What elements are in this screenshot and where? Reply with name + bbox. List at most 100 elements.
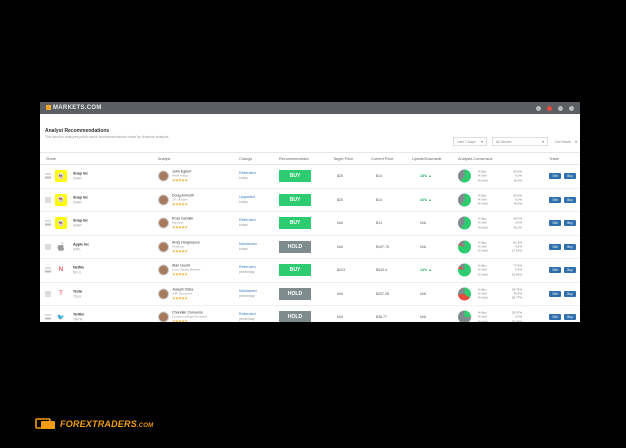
stock-cell[interactable]: Netflix NFLX — [73, 266, 84, 275]
stock-name: Snap Inc — [73, 171, 88, 176]
period-select[interactable]: Last 7 Days ▾ — [453, 137, 487, 146]
col-change[interactable]: Change — [239, 157, 252, 161]
pct-hold: 40.0% — [513, 201, 522, 206]
current-price: $14 — [376, 221, 382, 226]
col-consensus[interactable]: Analysts Consensus — [458, 157, 492, 161]
company-logo-icon: 👻 — [55, 217, 67, 230]
drag-handle-icon[interactable] — [45, 267, 51, 273]
sell-button[interactable]: Sell — [549, 267, 561, 274]
target-price: $20 — [337, 197, 343, 202]
pct-hold: 40.0% — [513, 178, 522, 183]
col-current-price[interactable]: Current Price — [371, 157, 393, 161]
drag-handle-icon[interactable] — [45, 197, 51, 203]
avatar — [158, 288, 169, 300]
chevron-down-icon: ▾ — [541, 139, 544, 144]
upside-value: 18% ▲ — [420, 174, 432, 179]
page-subtitle: This service analyzes public stock recom… — [45, 135, 169, 139]
top-navbar: MARKETS.COM — [40, 102, 580, 114]
consensus-pie-icon — [458, 169, 471, 183]
menu-icon[interactable] — [569, 105, 574, 111]
table-row[interactable]: Apple Inc AAPL Andy Hargreaves KeyBanc ★… — [40, 236, 580, 259]
drag-handle-icon[interactable] — [45, 291, 51, 297]
stock-filter-select[interactable]: All Stocks ▾ — [492, 137, 548, 146]
current-price: $14 — [376, 197, 382, 202]
analyst-cell[interactable]: Alan Gould Loop Capital Markets ★★★★★ — [172, 264, 200, 277]
current-price: $257.28 — [376, 291, 389, 296]
legend-hold: % Hold — [478, 272, 488, 277]
analyst-cell[interactable]: Andy Hargreaves KeyBanc ★★★★★ — [172, 240, 200, 253]
analyst-cell[interactable]: Doug Anmuth J.P. Morgan ★★★★★ — [172, 193, 194, 206]
upside-value: N/A — [420, 291, 426, 296]
sell-button[interactable]: Sell — [549, 173, 561, 180]
drag-handle-icon[interactable] — [45, 220, 51, 226]
consensus-legend: % Buy % Sell % Hold — [478, 193, 488, 206]
buy-button[interactable]: Buy — [564, 243, 576, 250]
table-row[interactable]: 👻 Snap Inc SNAP Ross Sandler Barclays ★★… — [40, 212, 580, 236]
stock-cell[interactable]: Snap Inc SNAP — [73, 172, 88, 181]
company-logo-icon: 🐦 — [55, 311, 67, 322]
sell-button[interactable]: Sell — [549, 196, 561, 203]
target-price: N/A — [337, 244, 343, 249]
sell-button[interactable]: Sell — [549, 220, 561, 227]
buy-button[interactable]: Buy — [564, 220, 576, 227]
drag-handle-icon[interactable] — [45, 173, 51, 179]
table-row[interactable]: T Tesla TSLA Joseph Osha JMP Securities … — [40, 283, 580, 306]
analyst-cell[interactable]: Ross Sandler Barclays ★★★★★ — [172, 217, 194, 230]
stock-cell[interactable]: Snap Inc SNAP — [73, 219, 88, 228]
current-price: $38.77 — [376, 315, 387, 320]
buy-button[interactable]: Buy — [564, 196, 576, 203]
buy-button[interactable]: Buy — [564, 314, 576, 321]
table-row[interactable]: 🐦 Twitter TWTR Chandler Converse Consume… — [40, 306, 580, 322]
stock-name: Snap Inc — [73, 218, 88, 223]
sell-button[interactable]: Sell — [549, 243, 561, 250]
language-icon[interactable] — [558, 105, 563, 111]
recommendation-badge: BUY — [279, 170, 311, 183]
col-upside[interactable]: Upside/Downside — [412, 157, 442, 161]
table-body: 👻 Snap Inc SNAP John Egbert Wells Fargo … — [40, 165, 580, 322]
analyst-cell[interactable]: John Egbert Wells Fargo ★★★★★ — [172, 170, 191, 183]
sell-button[interactable]: Sell — [549, 314, 561, 321]
stock-cell[interactable]: Snap Inc SNAP — [73, 195, 88, 204]
brand-logo[interactable]: MARKETS.COM — [46, 105, 102, 111]
drag-handle-icon[interactable] — [45, 314, 51, 320]
legend-hold: % Hold — [478, 178, 488, 183]
change-cell: Upgraded today — [239, 195, 255, 205]
upside-value: N/A — [420, 244, 426, 249]
rating-stars-icon: ★★★★★ — [172, 224, 188, 230]
extra-filter-select[interactable]: Get Share ▾ — [552, 137, 580, 146]
stock-cell[interactable]: Twitter TWTR — [73, 313, 85, 322]
recommendation-badge: BUY — [279, 193, 311, 206]
drag-handle-icon[interactable] — [45, 244, 51, 250]
analyst-cell[interactable]: Chandler Converse Consumer Edge Research… — [172, 311, 207, 322]
table-row[interactable]: N Netflix NFLX Alan Gould Loop Capital M… — [40, 259, 580, 283]
table-row[interactable]: 👻 Snap Inc SNAP Doug Anmuth J.P. Morgan … — [40, 189, 580, 212]
col-analyst[interactable]: Analyst — [158, 157, 170, 161]
change-date: today — [239, 223, 248, 228]
avatar — [158, 217, 169, 229]
sell-button[interactable]: Sell — [549, 290, 561, 297]
notification-icon[interactable] — [547, 105, 552, 111]
col-target-price[interactable]: Target Price — [333, 157, 353, 161]
col-recommendation[interactable]: Recommendation — [279, 157, 309, 161]
consensus-percentages: 81.5% 4.5% 17.14% — [508, 240, 522, 253]
consensus-legend: % Buy % Sell % Hold — [478, 217, 488, 230]
analyst-cell[interactable]: Joseph Osha JMP Securities ★★★★★ — [172, 287, 193, 300]
col-share[interactable]: Share — [46, 157, 56, 161]
stock-cell[interactable]: Tesla TSLA — [73, 289, 82, 298]
footer-brand: FOREXTRADERS.COM — [35, 418, 153, 430]
consensus-percentages: 34.75% 39.9% 26.77% — [508, 287, 522, 300]
buy-button[interactable]: Buy — [564, 290, 576, 297]
stock-cell[interactable]: Apple Inc AAPL — [73, 242, 89, 251]
pct-hold: 40.0% — [513, 225, 522, 230]
buy-button[interactable]: Buy — [564, 173, 576, 180]
stock-name: Twitter — [73, 312, 85, 317]
consensus-legend: % Buy % Sell % Hold — [478, 264, 488, 277]
stock-ticker: AAPL — [73, 247, 82, 252]
stock-name: Tesla — [73, 289, 82, 294]
change-date: yesterday — [239, 317, 255, 322]
table-row[interactable]: 👻 Snap Inc SNAP John Egbert Wells Fargo … — [40, 165, 580, 189]
user-icon[interactable] — [536, 105, 541, 111]
buy-button[interactable]: Buy — [564, 267, 576, 274]
consensus-percentages: 77.8% 5.5% 16.66% — [508, 264, 522, 277]
target-price: $413 — [337, 268, 345, 273]
